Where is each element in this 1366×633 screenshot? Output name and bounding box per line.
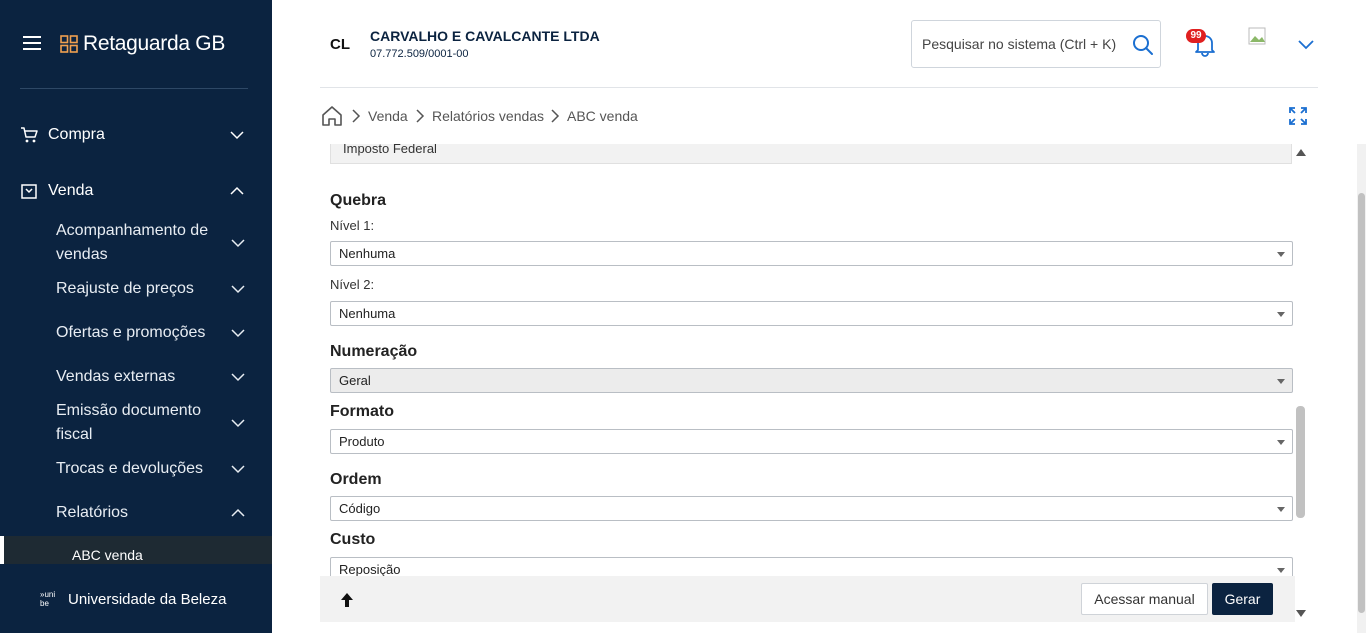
chevron-up-icon [230, 186, 244, 195]
formato-value: Produto [339, 434, 385, 449]
company-abbr: CL [330, 36, 350, 53]
ordem-select[interactable]: Código [330, 496, 1293, 521]
report-form: Imposto Federal Quebra Nível 1: Nenhuma … [320, 144, 1300, 576]
dropdown-arrow-icon [1277, 252, 1285, 257]
sidebar-item-relatorios[interactable]: Relatórios [0, 501, 272, 525]
chevron-up-icon [231, 508, 245, 517]
form-scrollbar-thumb[interactable] [1296, 406, 1305, 518]
sidebar-item-ofertas[interactable]: Ofertas e promoções [0, 321, 272, 345]
sidebar-item-emissao[interactable]: Emissão documento fiscal [0, 399, 272, 447]
dropdown-arrow-icon [1277, 440, 1285, 445]
dropdown-arrow-icon [1277, 312, 1285, 317]
nav-venda-label: Venda [48, 182, 94, 199]
sidebar-item-label: Emissão documento fiscal [56, 402, 201, 443]
sidebar-item-label: Ofertas e promoções [56, 324, 206, 341]
universidade-link[interactable]: Universidade da Beleza [68, 591, 226, 608]
custo-value: Reposição [339, 562, 401, 576]
sidebar-item-abc-venda[interactable]: ABC venda [0, 536, 272, 564]
quebra-title: Quebra [330, 192, 387, 209]
sidebar-item-trocas[interactable]: Trocas e devoluções [0, 457, 272, 481]
sidebar-item-vendas-externas[interactable]: Vendas externas [0, 365, 272, 389]
manual-button[interactable]: Acessar manual [1081, 583, 1208, 615]
sidebar-item-label: Reajuste de preços [56, 280, 194, 297]
chevron-down-icon[interactable] [1297, 37, 1315, 51]
breadcrumb-relatorios[interactable]: Relatórios vendas [432, 108, 544, 124]
chevron-down-icon [230, 131, 244, 140]
nivel2-label: Nível 2: [330, 277, 375, 292]
formato-select[interactable]: Produto [330, 429, 1293, 454]
sidebar-item-label: ABC venda [72, 547, 143, 563]
nivel1-label: Nível 1: [330, 218, 375, 233]
numeracao-title: Numeração [330, 343, 418, 360]
scroll-down-arrow-icon[interactable] [1296, 610, 1306, 618]
breadcrumb-venda[interactable]: Venda [368, 108, 408, 124]
nivel2-value: Nenhuma [339, 306, 396, 321]
sidebar-item-acompanhamento[interactable]: Acompanhamento de vendas [0, 219, 272, 267]
nivel1-value: Nenhuma [339, 246, 396, 261]
chevron-right-icon [416, 109, 425, 123]
chevron-down-icon [231, 373, 245, 382]
home-icon[interactable] [321, 105, 343, 127]
nav-venda[interactable]: Venda [0, 171, 272, 211]
search-input[interactable] [922, 33, 1122, 55]
avatar-icon[interactable] [1248, 27, 1268, 47]
nivel2-select[interactable]: Nenhuma [330, 301, 1293, 326]
chevron-right-icon [551, 109, 560, 123]
bag-icon [21, 184, 37, 199]
expand-icon[interactable] [1288, 106, 1308, 126]
divider [20, 88, 248, 89]
sidebar-item-reajuste[interactable]: Reajuste de preços [0, 277, 272, 301]
breadcrumb-abc-venda: ABC venda [567, 108, 638, 124]
gerar-button[interactable]: Gerar [1212, 583, 1273, 615]
sidebar-item-label: Trocas e devoluções [56, 460, 204, 477]
numeracao-value: Geral [339, 373, 371, 388]
cart-icon [21, 127, 38, 143]
unibe-logo: »uni be [40, 590, 56, 608]
sidebar-item-label: Acompanhamento de vendas [56, 222, 209, 263]
nav-compra[interactable]: Compra [0, 115, 272, 155]
nivel1-select[interactable]: Nenhuma [330, 241, 1293, 266]
sidebar: Retaguarda GB Compra Venda Acompanhament… [0, 0, 272, 633]
arrow-up-icon[interactable] [340, 592, 354, 608]
dropdown-arrow-icon [1277, 507, 1285, 512]
brand-grid-icon [60, 35, 78, 53]
notification-badge: 99 [1186, 29, 1206, 43]
hamburger-icon[interactable] [23, 35, 41, 51]
search-icon[interactable] [1132, 34, 1154, 56]
custo-select[interactable]: Reposição [330, 557, 1293, 576]
chevron-down-icon [231, 239, 245, 248]
divider [320, 87, 1318, 88]
ordem-value: Código [339, 501, 381, 516]
dropdown-arrow-icon [1277, 568, 1285, 573]
chevron-down-icon [231, 419, 245, 428]
nav-compra-label: Compra [48, 126, 105, 143]
ordem-title: Ordem [330, 471, 382, 488]
brand-name: Retaguarda GB [83, 32, 226, 55]
chevron-down-icon [231, 465, 245, 474]
scroll-up-arrow-icon[interactable] [1296, 148, 1306, 156]
company-name: CARVALHO E CAVALCANTE LTDA [370, 28, 600, 44]
formato-title: Formato [330, 403, 394, 420]
sidebar-item-label: Relatórios [56, 504, 129, 521]
chevron-down-icon [231, 329, 245, 338]
sidebar-item-label: Vendas externas [56, 368, 176, 385]
numeracao-select[interactable]: Geral [330, 368, 1293, 393]
dropdown-arrow-icon [1277, 379, 1285, 384]
custo-title: Custo [330, 531, 376, 548]
brand[interactable]: Retaguarda GB [60, 32, 225, 56]
chevron-right-icon [352, 109, 361, 123]
search-box[interactable] [911, 20, 1161, 68]
chevron-down-icon [231, 285, 245, 294]
page-scrollbar-thumb[interactable] [1358, 193, 1365, 613]
company-cnpj: 07.772.509/0001-00 [370, 48, 469, 60]
imposto-field[interactable]: Imposto Federal [330, 144, 1292, 164]
